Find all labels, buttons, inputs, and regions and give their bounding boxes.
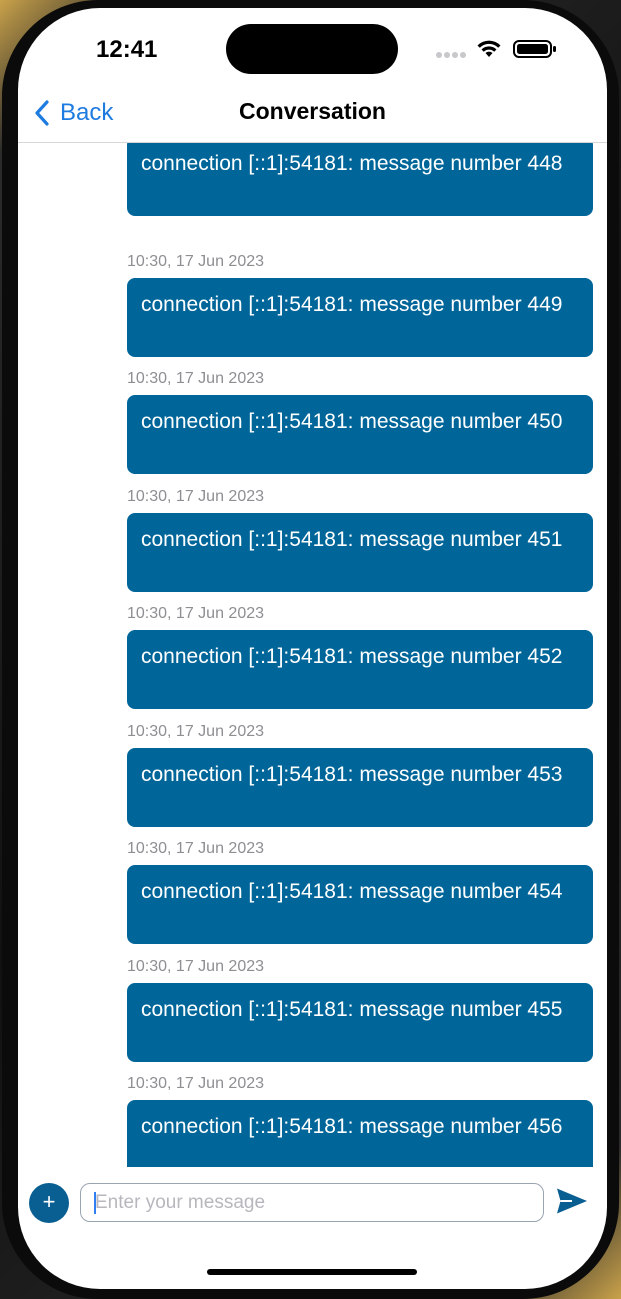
message-bubble[interactable]: connection [::1]:54181: message number 4… [127,865,593,944]
message-timestamp: 10:30, 17 Jun 2023 [127,370,265,387]
message-bubble[interactable]: connection [::1]:54181: message number 4… [127,982,593,1062]
message-timestamp: 10:30, 17 Jun 2023 [127,605,265,622]
message-stack: connection [::1]:54181: message number 4… [18,143,607,1167]
message-bubble[interactable]: connection [::1]:54181: message number 4… [127,747,593,827]
message-timestamp: 10:30, 17 Jun 2023 [127,840,265,857]
message-item: 10:30, 17 Jun 2023 connection [::1]:5418… [18,605,607,723]
send-icon[interactable] [556,1187,588,1215]
message-bubble[interactable]: connection [::1]:54181: message number 4… [127,1100,593,1167]
message-item: 10:30, 17 Jun 2023 connection [::1]:5418… [18,840,607,958]
message-bubble[interactable]: connection [::1]:54181: message number 4… [127,512,593,592]
battery-icon [513,40,556,58]
message-item: 10:30, 17 Jun 2023 connection [::1]:5418… [18,723,607,841]
message-input[interactable] [80,1183,544,1222]
message-timestamp: 10:30, 17 Jun 2023 [127,487,265,505]
wifi-icon [477,40,501,57]
message-bubble[interactable]: connection [::1]:54181: message number 4… [127,143,593,216]
page-title: Conversation [239,98,386,124]
message-item: connection [::1]:54181: message number 4… [18,143,607,263]
phone-screen: 12:41 Back Conversation connection [::1]… [18,8,607,1289]
message-timestamp: 10:30, 17 Jun 2023 [127,1075,265,1092]
message-bubble[interactable]: connection [::1]:54181: message number 4… [127,277,593,357]
message-bubble[interactable]: connection [::1]:54181: message number 4… [127,630,593,709]
message-timestamp: 10:30, 17 Jun 2023 [127,252,265,270]
status-time: 12:41 [96,36,158,63]
plus-icon: + [42,1189,56,1214]
message-item: 10:30, 17 Jun 2023 connection [::1]:5418… [18,253,607,371]
message-list[interactable]: connection [::1]:54181: message number 4… [18,143,607,1167]
message-item: 10:30, 17 Jun 2023 connection [::1]:5418… [18,370,607,488]
text-cursor [94,1192,96,1214]
message-timestamp: 10:30, 17 Jun 2023 [127,957,265,975]
home-indicator [207,1269,417,1275]
dynamic-island [226,24,398,74]
message-item: 10:30, 17 Jun 2023 connection [::1]:5418… [18,958,607,1076]
message-timestamp: 10:30, 17 Jun 2023 [127,722,265,740]
message-bubble[interactable]: connection [::1]:54181: message number 4… [127,395,593,474]
add-attachment-button[interactable]: + [29,1183,69,1223]
message-item: 10:30, 17 Jun 2023 connection [::1]:5418… [18,1075,607,1167]
cellular-signal-icon [436,52,466,58]
message-item: 10:30, 17 Jun 2023 connection [::1]:5418… [18,488,607,606]
